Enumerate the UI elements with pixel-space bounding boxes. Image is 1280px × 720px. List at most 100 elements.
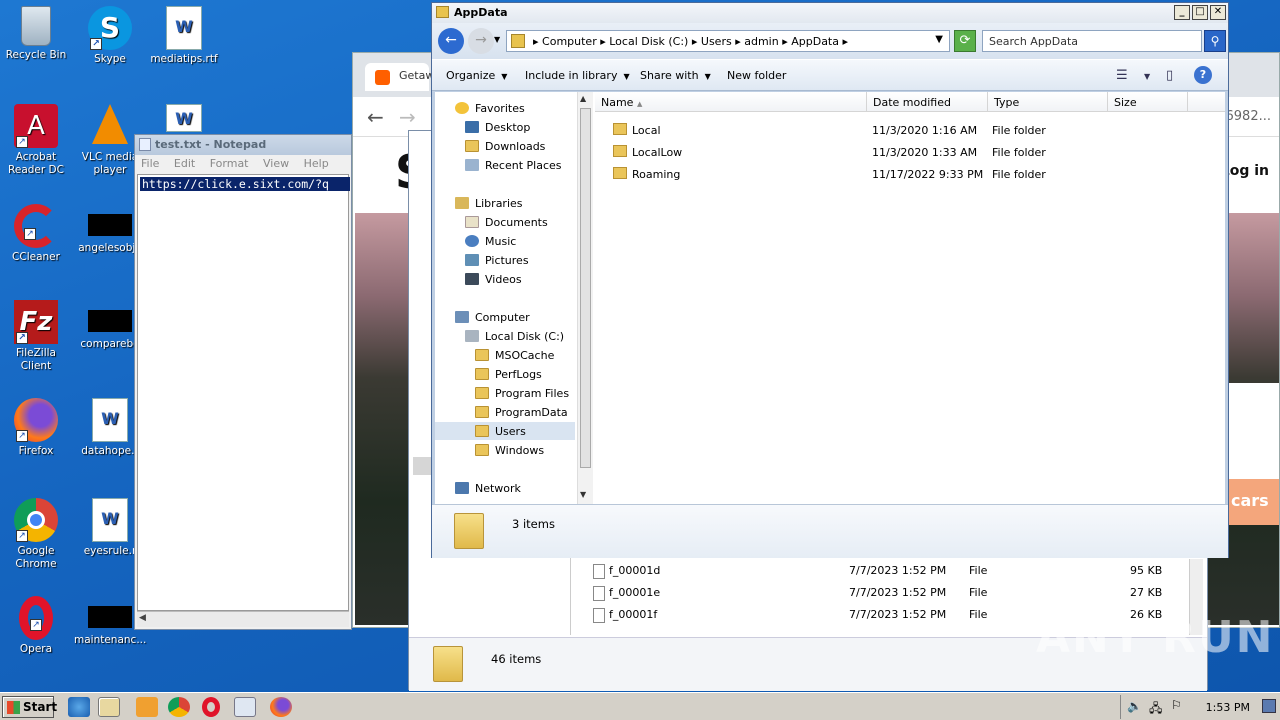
minimize-button[interactable]: _ [1174, 5, 1190, 20]
file-row[interactable]: f_00001d 7/7/2023 1:52 PM File 95 KB [589, 559, 1189, 581]
nav-msocache[interactable]: MSOCache [475, 347, 554, 365]
search-input[interactable]: Search AppData [982, 30, 1202, 52]
desktop-icon-skype[interactable]: S ↗ Skype [74, 6, 146, 66]
desktop-icon-ccleaner[interactable]: ↗ CCleaner [0, 204, 72, 264]
desktop-icon-recycle-bin[interactable]: Recycle Bin [0, 6, 72, 62]
scroll-left-icon[interactable]: ◀ [139, 613, 146, 623]
nav-downloads[interactable]: Downloads [465, 138, 545, 156]
nav-music[interactable]: Music [465, 233, 516, 251]
maximize-button[interactable]: □ [1192, 5, 1208, 20]
nav-local-disk[interactable]: Local Disk (C:) [465, 328, 564, 346]
scroll-down-icon[interactable]: ▼ [580, 490, 586, 499]
new-folder-button[interactable]: New folder [727, 69, 786, 82]
desktop-icon-acrobat[interactable]: A ↗ Acrobat Reader DC [0, 104, 72, 177]
nav-pictures[interactable]: Pictures [465, 252, 529, 270]
nav-perflogs[interactable]: PerfLogs [475, 366, 542, 384]
horizontal-scrollbar[interactable]: ◀ [137, 611, 349, 627]
breadcrumb-appdata[interactable]: AppData [791, 35, 839, 48]
help-icon[interactable]: ? [1194, 66, 1212, 84]
nav-programdata[interactable]: ProgramData [475, 404, 568, 422]
url-text[interactable]: 6982... [1226, 109, 1271, 124]
column-type[interactable]: Type [988, 92, 1108, 112]
preview-pane-icon[interactable]: ▯ [1166, 68, 1173, 83]
desktop-icon-mediatips[interactable]: W mediatips.rtf [148, 6, 220, 66]
opera-taskbar-icon[interactable] [202, 697, 220, 717]
forward-button[interactable]: → [468, 28, 494, 54]
desktop-icon-filezilla[interactable]: Fz ↗ FileZilla Client [0, 300, 72, 373]
folder-row[interactable]: LocalLow 11/3/2020 1:33 AM File folder [595, 141, 1225, 163]
explorer-title-bar[interactable]: AppData _ □ ✕ [432, 3, 1228, 23]
file-row[interactable]: f_00001e 7/7/2023 1:52 PM File 27 KB [589, 581, 1189, 603]
show-desktop-icon[interactable] [1262, 699, 1276, 713]
desktop-icon-word-doc[interactable]: W [148, 104, 220, 135]
explorer-window[interactable]: AppData _ □ ✕ ← → ▼ ▸ Computer ▸ Local D… [431, 2, 1229, 558]
internet-explorer-icon[interactable] [68, 697, 90, 717]
column-name[interactable]: Name ▲ [595, 92, 867, 112]
nav-documents[interactable]: Documents [465, 214, 548, 232]
forward-arrow-icon[interactable]: → [399, 105, 416, 129]
clock[interactable]: 1:53 PM [1206, 701, 1250, 714]
search-icon[interactable]: ⚲ [1204, 30, 1226, 52]
notepad-title-bar[interactable]: test.txt - Notepad [135, 135, 351, 155]
include-in-library-button[interactable]: Include in library ▼ [525, 69, 630, 82]
close-button[interactable]: ✕ [1210, 5, 1226, 20]
scroll-up-icon[interactable]: ▲ [580, 94, 586, 103]
menu-format[interactable]: Format [210, 157, 249, 170]
column-size[interactable]: Size [1108, 92, 1188, 112]
view-options-dropdown-icon[interactable]: ▼ [1144, 72, 1150, 81]
nav-recent-places[interactable]: Recent Places [465, 157, 562, 175]
menu-file[interactable]: File [141, 157, 159, 170]
menu-help[interactable]: Help [304, 157, 329, 170]
breadcrumb-arrow[interactable]: ▸ [843, 35, 849, 48]
selected-text[interactable]: https://click.e.sixt.com/?q [140, 177, 350, 191]
desktop-icon-opera[interactable]: ↗ Opera [0, 596, 72, 656]
address-bar[interactable]: ▸ Computer ▸ Local Disk (C:) ▸ Users ▸ a… [506, 30, 950, 52]
breadcrumb-admin[interactable]: admin [744, 35, 778, 48]
breadcrumb-computer[interactable]: Computer [542, 35, 597, 48]
breadcrumb-users[interactable]: Users [701, 35, 732, 48]
organize-button[interactable]: Organize ▼ [446, 69, 507, 82]
folder-row[interactable]: Roaming 11/17/2022 9:33 PM File folder [595, 163, 1225, 185]
breadcrumb-arrow[interactable]: ▸ [533, 35, 542, 48]
menu-view[interactable]: View [263, 157, 289, 170]
address-dropdown-icon[interactable]: ▼ [935, 34, 943, 45]
nav-network[interactable]: Network [455, 480, 521, 498]
column-date[interactable]: Date modified [867, 92, 988, 112]
back-button[interactable]: ← [438, 28, 464, 54]
share-with-button[interactable]: Share with ▼ [640, 69, 711, 82]
nav-favorites[interactable]: Favorites [455, 100, 525, 118]
network-tray-icon[interactable]: 🖧 [1149, 699, 1162, 720]
cars-button[interactable]: cars [1227, 479, 1279, 525]
nav-libraries[interactable]: Libraries [455, 195, 523, 213]
nav-users[interactable]: Users [475, 423, 526, 441]
media-player-icon[interactable] [136, 697, 158, 717]
breadcrumb-arrow[interactable]: ▸ [600, 35, 609, 48]
nav-windows[interactable]: Windows [475, 442, 544, 460]
breadcrumb-arrow[interactable]: ▸ [782, 35, 791, 48]
nav-videos[interactable]: Videos [465, 271, 522, 289]
desktop-icon-firefox[interactable]: ↗ Firefox [0, 398, 72, 458]
breadcrumb-arrow[interactable]: ▸ [735, 35, 744, 48]
nav-scrollbar[interactable]: ▲ ▼ [577, 92, 593, 504]
menu-edit[interactable]: Edit [174, 157, 195, 170]
change-view-icon[interactable]: ☰ [1116, 68, 1128, 83]
breadcrumb-arrow[interactable]: ▸ [692, 35, 701, 48]
chrome-taskbar-icon[interactable] [168, 697, 190, 717]
browser-tab[interactable]: Getaw [365, 63, 434, 91]
notepad-text-area[interactable]: https://click.e.sixt.com/?q [137, 174, 350, 611]
back-arrow-icon[interactable]: ← [367, 105, 384, 129]
history-dropdown-icon[interactable]: ▼ [494, 35, 500, 44]
nav-desktop[interactable]: Desktop [465, 119, 530, 137]
flag-tray-icon[interactable]: ⚐ [1171, 698, 1182, 712]
breadcrumb-local-disk[interactable]: Local Disk (C:) [609, 35, 688, 48]
explorer-taskbar-icon[interactable] [98, 697, 120, 717]
volume-icon[interactable]: 🔈 [1127, 699, 1142, 713]
nav-program-files[interactable]: Program Files [475, 385, 569, 403]
scroll-thumb[interactable] [580, 108, 591, 468]
desktop-icon-chrome[interactable]: ↗ Google Chrome [0, 498, 72, 571]
start-button[interactable]: Start [2, 696, 57, 718]
firefox-taskbar-icon[interactable] [270, 697, 292, 717]
refresh-icon[interactable]: ⟳ [954, 30, 976, 52]
nav-computer[interactable]: Computer [455, 309, 530, 327]
notepad-window[interactable]: test.txt - Notepad File Edit Format View… [134, 134, 352, 630]
